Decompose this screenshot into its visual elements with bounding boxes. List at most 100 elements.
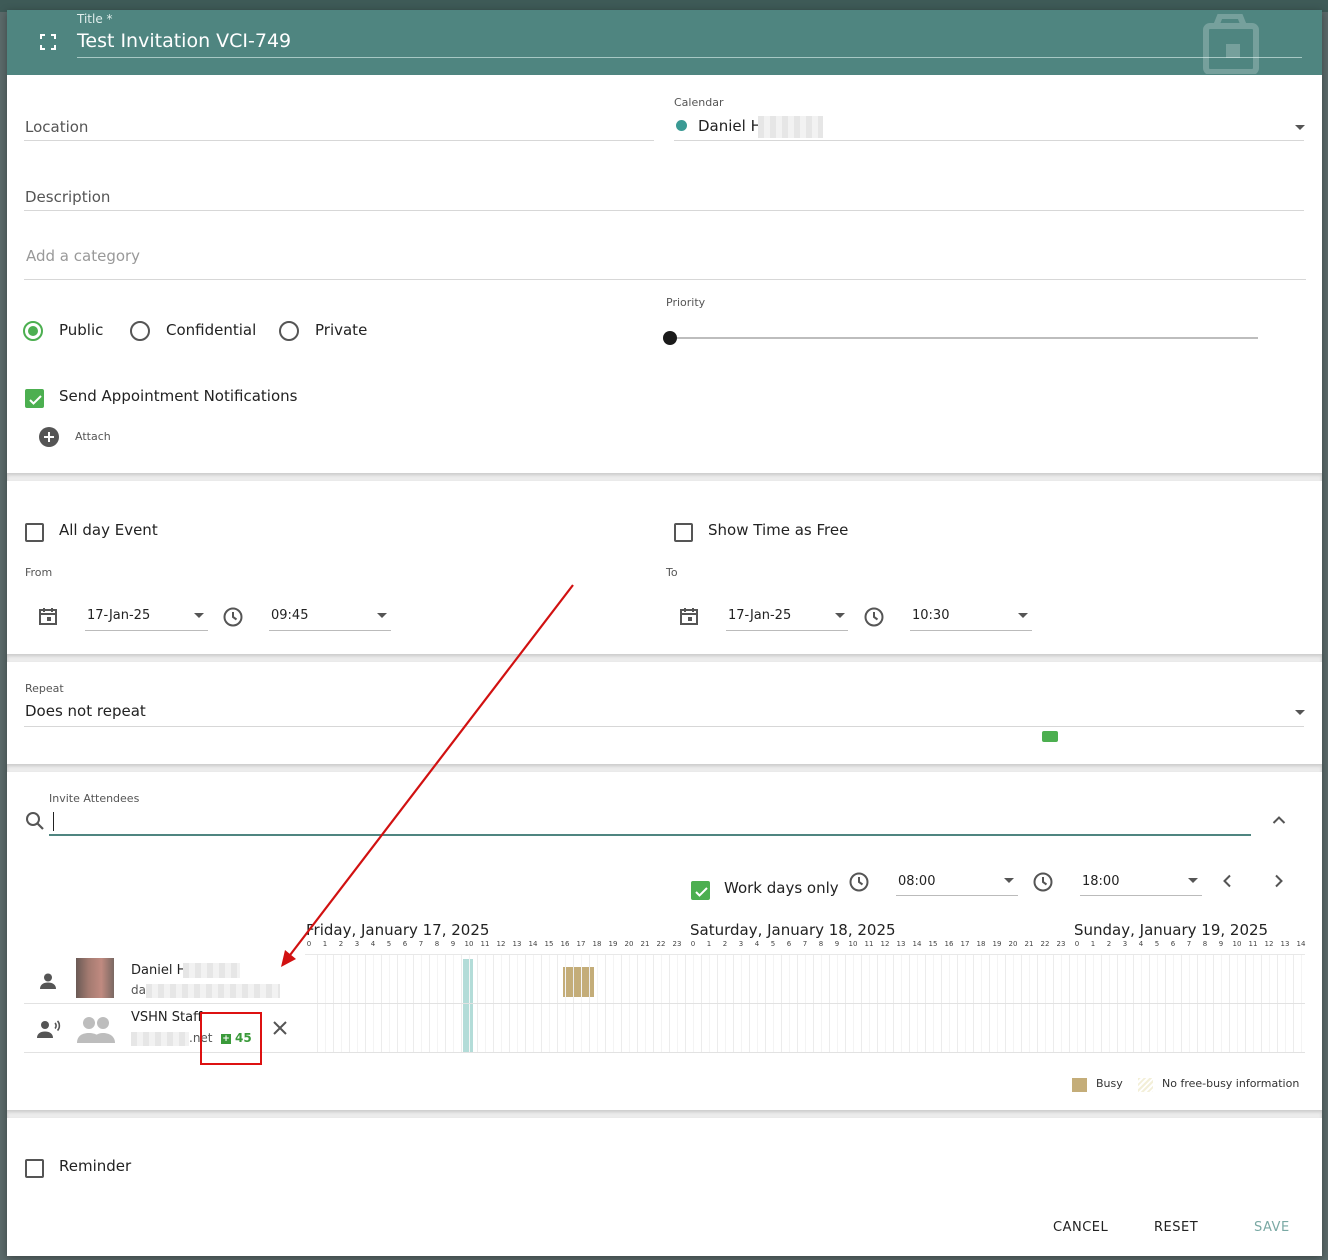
cancel-button[interactable]: CANCEL: [1053, 1220, 1108, 1235]
from-time-dropdown-icon[interactable]: [377, 613, 387, 618]
group-avatar-icon: [77, 1017, 115, 1043]
hour-label: 11: [864, 940, 874, 948]
reminder-checkbox[interactable]: [25, 1159, 44, 1178]
from-date-input[interactable]: 17-Jan-25: [87, 608, 150, 623]
hour-label: 15: [544, 940, 554, 948]
show-free-checkbox[interactable]: [674, 523, 693, 542]
hour-label: 18: [976, 940, 986, 948]
hour-label: 9: [1218, 940, 1224, 948]
calendar-value[interactable]: Daniel H: [698, 117, 762, 135]
grid-line: [533, 955, 534, 1053]
grid-line: [781, 955, 782, 1053]
hour-label: 4: [370, 940, 376, 948]
invite-attendees-input[interactable]: [49, 834, 1251, 836]
chevron-left-icon[interactable]: [1222, 874, 1232, 888]
expand-icon[interactable]: [40, 34, 56, 50]
grid-line: [373, 955, 374, 1053]
title-input[interactable]: Test Invitation VCI-749: [77, 30, 291, 52]
hour-label: 19: [992, 940, 1002, 948]
grid-line: [805, 955, 806, 1053]
dialog-header: Title * Test Invitation VCI-749: [7, 10, 1322, 75]
reset-button[interactable]: RESET: [1154, 1220, 1198, 1235]
hour-label: 7: [418, 940, 424, 948]
clock-icon[interactable]: [1033, 872, 1053, 892]
attach-label[interactable]: Attach: [75, 430, 111, 443]
hour-label: 3: [354, 940, 360, 948]
calendar-icon[interactable]: [680, 607, 698, 625]
grid-line: [1221, 955, 1222, 1053]
chevron-up-icon[interactable]: [1272, 815, 1286, 825]
all-day-checkbox[interactable]: [25, 523, 44, 542]
grid-line: [1125, 955, 1126, 1053]
clock-icon[interactable]: [223, 607, 243, 627]
hour-label: 11: [1248, 940, 1258, 948]
grid-line: [1141, 955, 1142, 1053]
grid-line: [973, 955, 974, 1053]
priority-slider-track[interactable]: [670, 337, 1258, 339]
grid-line: [869, 955, 870, 1053]
work-start-dropdown-icon[interactable]: [1004, 878, 1014, 883]
grid-line: [557, 955, 558, 1053]
chat-icon[interactable]: [1042, 731, 1058, 742]
notifications-checkbox[interactable]: [25, 389, 44, 408]
grid-line: [709, 955, 710, 1053]
from-date-dropdown-icon[interactable]: [194, 613, 204, 618]
hour-label: 8: [1202, 940, 1208, 948]
calendar-icon[interactable]: [39, 607, 57, 625]
redacted-text: [131, 1032, 189, 1046]
from-time-input[interactable]: 09:45: [271, 608, 308, 623]
hour-label: 17: [576, 940, 586, 948]
calendar-dropdown-icon[interactable]: [1295, 125, 1305, 130]
person-icon: [40, 973, 56, 989]
hour-label: 21: [1024, 940, 1034, 948]
repeat-select[interactable]: Does not repeat: [25, 702, 146, 720]
description-input[interactable]: Description: [25, 188, 110, 206]
to-time-dropdown-icon[interactable]: [1018, 613, 1028, 618]
work-start-time-input[interactable]: 08:00: [898, 874, 935, 889]
hour-label: 22: [1040, 940, 1050, 948]
to-time-underline: [910, 630, 1032, 631]
grid-line: [1269, 955, 1270, 1053]
grid-line: [509, 955, 510, 1053]
grid-line: [661, 955, 662, 1053]
work-end-underline: [1080, 895, 1202, 896]
repeat-dropdown-icon[interactable]: [1295, 710, 1305, 715]
work-days-checkbox[interactable]: [691, 881, 710, 900]
optional-attendee-icon[interactable]: [37, 1019, 61, 1039]
grid-line: [965, 955, 966, 1053]
grid-line: [853, 955, 854, 1053]
close-icon[interactable]: [272, 1020, 288, 1036]
calendar-underline: [674, 140, 1304, 141]
grid-line: [1085, 955, 1086, 1053]
grid-line: [597, 955, 598, 1053]
grid-line: [1237, 955, 1238, 1053]
location-input[interactable]: Location: [25, 118, 88, 136]
private-radio[interactable]: [279, 321, 299, 341]
add-attachment-icon[interactable]: [39, 427, 59, 447]
clock-icon[interactable]: [864, 607, 884, 627]
work-end-time-input[interactable]: 18:00: [1082, 874, 1119, 889]
clock-icon[interactable]: [849, 872, 869, 892]
grid-line: [909, 955, 910, 1053]
hour-label: 0: [1074, 940, 1080, 948]
grid-line: [317, 955, 318, 1053]
confidential-radio[interactable]: [130, 321, 150, 341]
hour-label: 14: [1296, 940, 1306, 948]
work-end-dropdown-icon[interactable]: [1188, 878, 1198, 883]
save-button[interactable]: SAVE: [1254, 1220, 1290, 1235]
priority-slider-handle[interactable]: [663, 331, 677, 345]
chevron-right-icon[interactable]: [1274, 874, 1284, 888]
category-underline: [24, 279, 1306, 280]
grid-line: [685, 955, 686, 1053]
repeat-label: Repeat: [25, 682, 64, 695]
category-input[interactable]: Add a category: [26, 247, 140, 265]
to-time-input[interactable]: 10:30: [912, 608, 949, 623]
hour-label: 7: [1186, 940, 1192, 948]
hour-label: 2: [338, 940, 344, 948]
public-radio[interactable]: [23, 321, 43, 341]
to-date-input[interactable]: 17-Jan-25: [728, 608, 791, 623]
grid-line: [501, 955, 502, 1053]
to-date-dropdown-icon[interactable]: [835, 613, 845, 618]
hour-label: 23: [672, 940, 682, 948]
hour-label: 9: [450, 940, 456, 948]
